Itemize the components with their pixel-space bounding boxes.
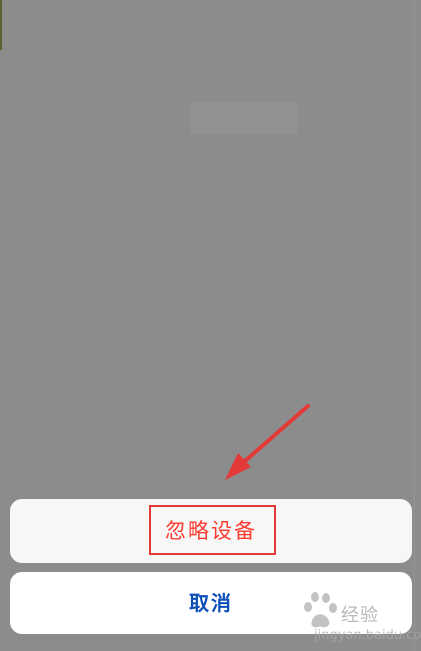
ignore-device-label: 忽略设备 <box>165 518 257 543</box>
cancel-label: 取消 <box>189 591 233 615</box>
background-content-blur <box>190 102 298 134</box>
cancel-button[interactable]: 取消 <box>10 572 412 634</box>
ignore-device-button[interactable]: 忽略设备 <box>10 499 412 563</box>
action-sheet-group: 忽略设备 <box>10 499 412 563</box>
background-edge-line <box>414 0 415 651</box>
device-screen: 忽略设备 取消 经验 jingyan.baidu.com <box>0 0 421 651</box>
